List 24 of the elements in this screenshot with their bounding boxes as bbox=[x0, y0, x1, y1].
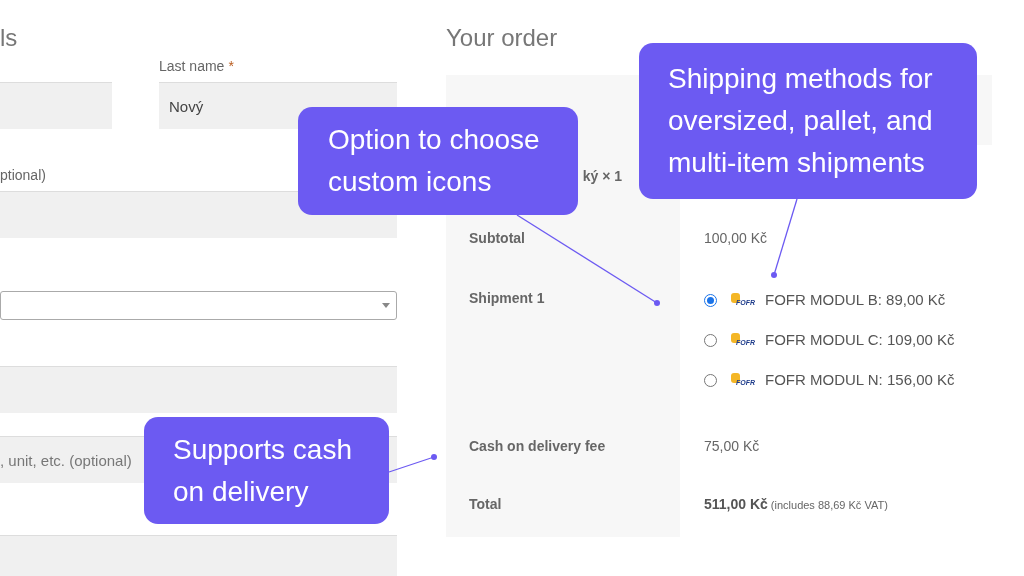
radio-button[interactable] bbox=[704, 373, 717, 387]
field-label: Last name bbox=[159, 57, 225, 76]
callout-tooltip: Option to choose custom icons bbox=[298, 107, 578, 215]
input-field[interactable] bbox=[0, 366, 397, 413]
table-cell-text: 511,00 Kč (includes 88,69 Kč VAT) bbox=[704, 495, 888, 514]
radio-button[interactable] bbox=[704, 333, 717, 347]
table-cell-text: 75,00 Kč bbox=[704, 436, 760, 456]
select-field[interactable] bbox=[0, 291, 397, 320]
table-cell-text: Total bbox=[469, 495, 502, 514]
callout-tooltip: Supports cash on delivery bbox=[144, 417, 389, 524]
input-field[interactable] bbox=[0, 82, 112, 129]
caret-icon bbox=[382, 303, 390, 308]
table-cell-text: Subtotal bbox=[469, 228, 525, 248]
table-cell-text: Shipment 1 bbox=[469, 289, 545, 308]
leader-line bbox=[388, 454, 437, 473]
table-cell-text: 100,00 Kč bbox=[704, 228, 768, 248]
section-heading: Your order bbox=[446, 23, 559, 53]
required-mark: * bbox=[228, 57, 234, 76]
table-cell-text: ký × 1 bbox=[582, 167, 622, 186]
input-field[interactable] bbox=[0, 535, 397, 576]
field-label: ptional) bbox=[0, 166, 46, 185]
table-cell-text: Cash on delivery fee bbox=[469, 436, 606, 456]
callout-tooltip: Shipping methods for oversized, pallet, and multi-item shipments bbox=[639, 43, 977, 199]
section-heading: ls bbox=[0, 23, 19, 53]
